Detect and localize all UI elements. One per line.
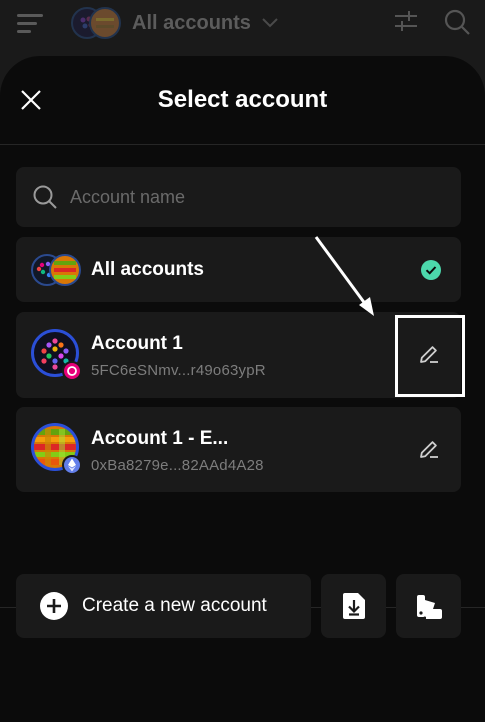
account-address: 5FC6eSNmv...r49o63ypR: [91, 362, 266, 379]
pencil-icon: [420, 441, 438, 458]
create-account-label: Create a new account: [82, 595, 267, 616]
search-input[interactable]: [70, 186, 430, 208]
account-avatar-icon: [31, 329, 82, 381]
chevron-down-icon: [262, 18, 278, 28]
all-accounts-avatar-icon: [31, 254, 81, 286]
sliders-icon[interactable]: [393, 8, 419, 34]
sheet-header: Select account: [0, 56, 485, 144]
edit-account-button[interactable]: [409, 429, 449, 469]
all-accounts-avatar-icon: [70, 6, 122, 40]
selected-check-icon: [421, 260, 441, 280]
header-divider: [0, 144, 485, 145]
theme-button[interactable]: [396, 574, 461, 638]
account-avatar-icon: [31, 423, 82, 475]
create-account-button[interactable]: Create a new account: [16, 574, 311, 638]
current-account-title: All accounts: [132, 11, 251, 34]
palette-icon: [416, 595, 442, 619]
account-row[interactable]: Account 1 - E... 0xBa8279e...82AAd4A28: [16, 407, 461, 492]
account-address: 0xBa8279e...82AAd4A28: [91, 457, 264, 474]
sheet-title: Select account: [157, 86, 328, 113]
account-name: Account 1 - E...: [91, 428, 229, 449]
import-account-button[interactable]: [321, 574, 386, 638]
account-name: Account 1: [91, 333, 183, 354]
account-name: All accounts: [91, 259, 204, 280]
account-switcher[interactable]: All accounts: [70, 6, 279, 40]
menu-icon[interactable]: [17, 12, 43, 34]
plus-circle-icon: [40, 592, 68, 620]
search-icon: [33, 185, 57, 209]
search-icon[interactable]: [443, 8, 471, 36]
import-icon: [342, 593, 365, 619]
account-search[interactable]: [16, 167, 461, 227]
account-row-all[interactable]: All accounts: [16, 237, 461, 302]
top-bar: All accounts: [0, 0, 485, 56]
highlight-box: [395, 315, 465, 397]
